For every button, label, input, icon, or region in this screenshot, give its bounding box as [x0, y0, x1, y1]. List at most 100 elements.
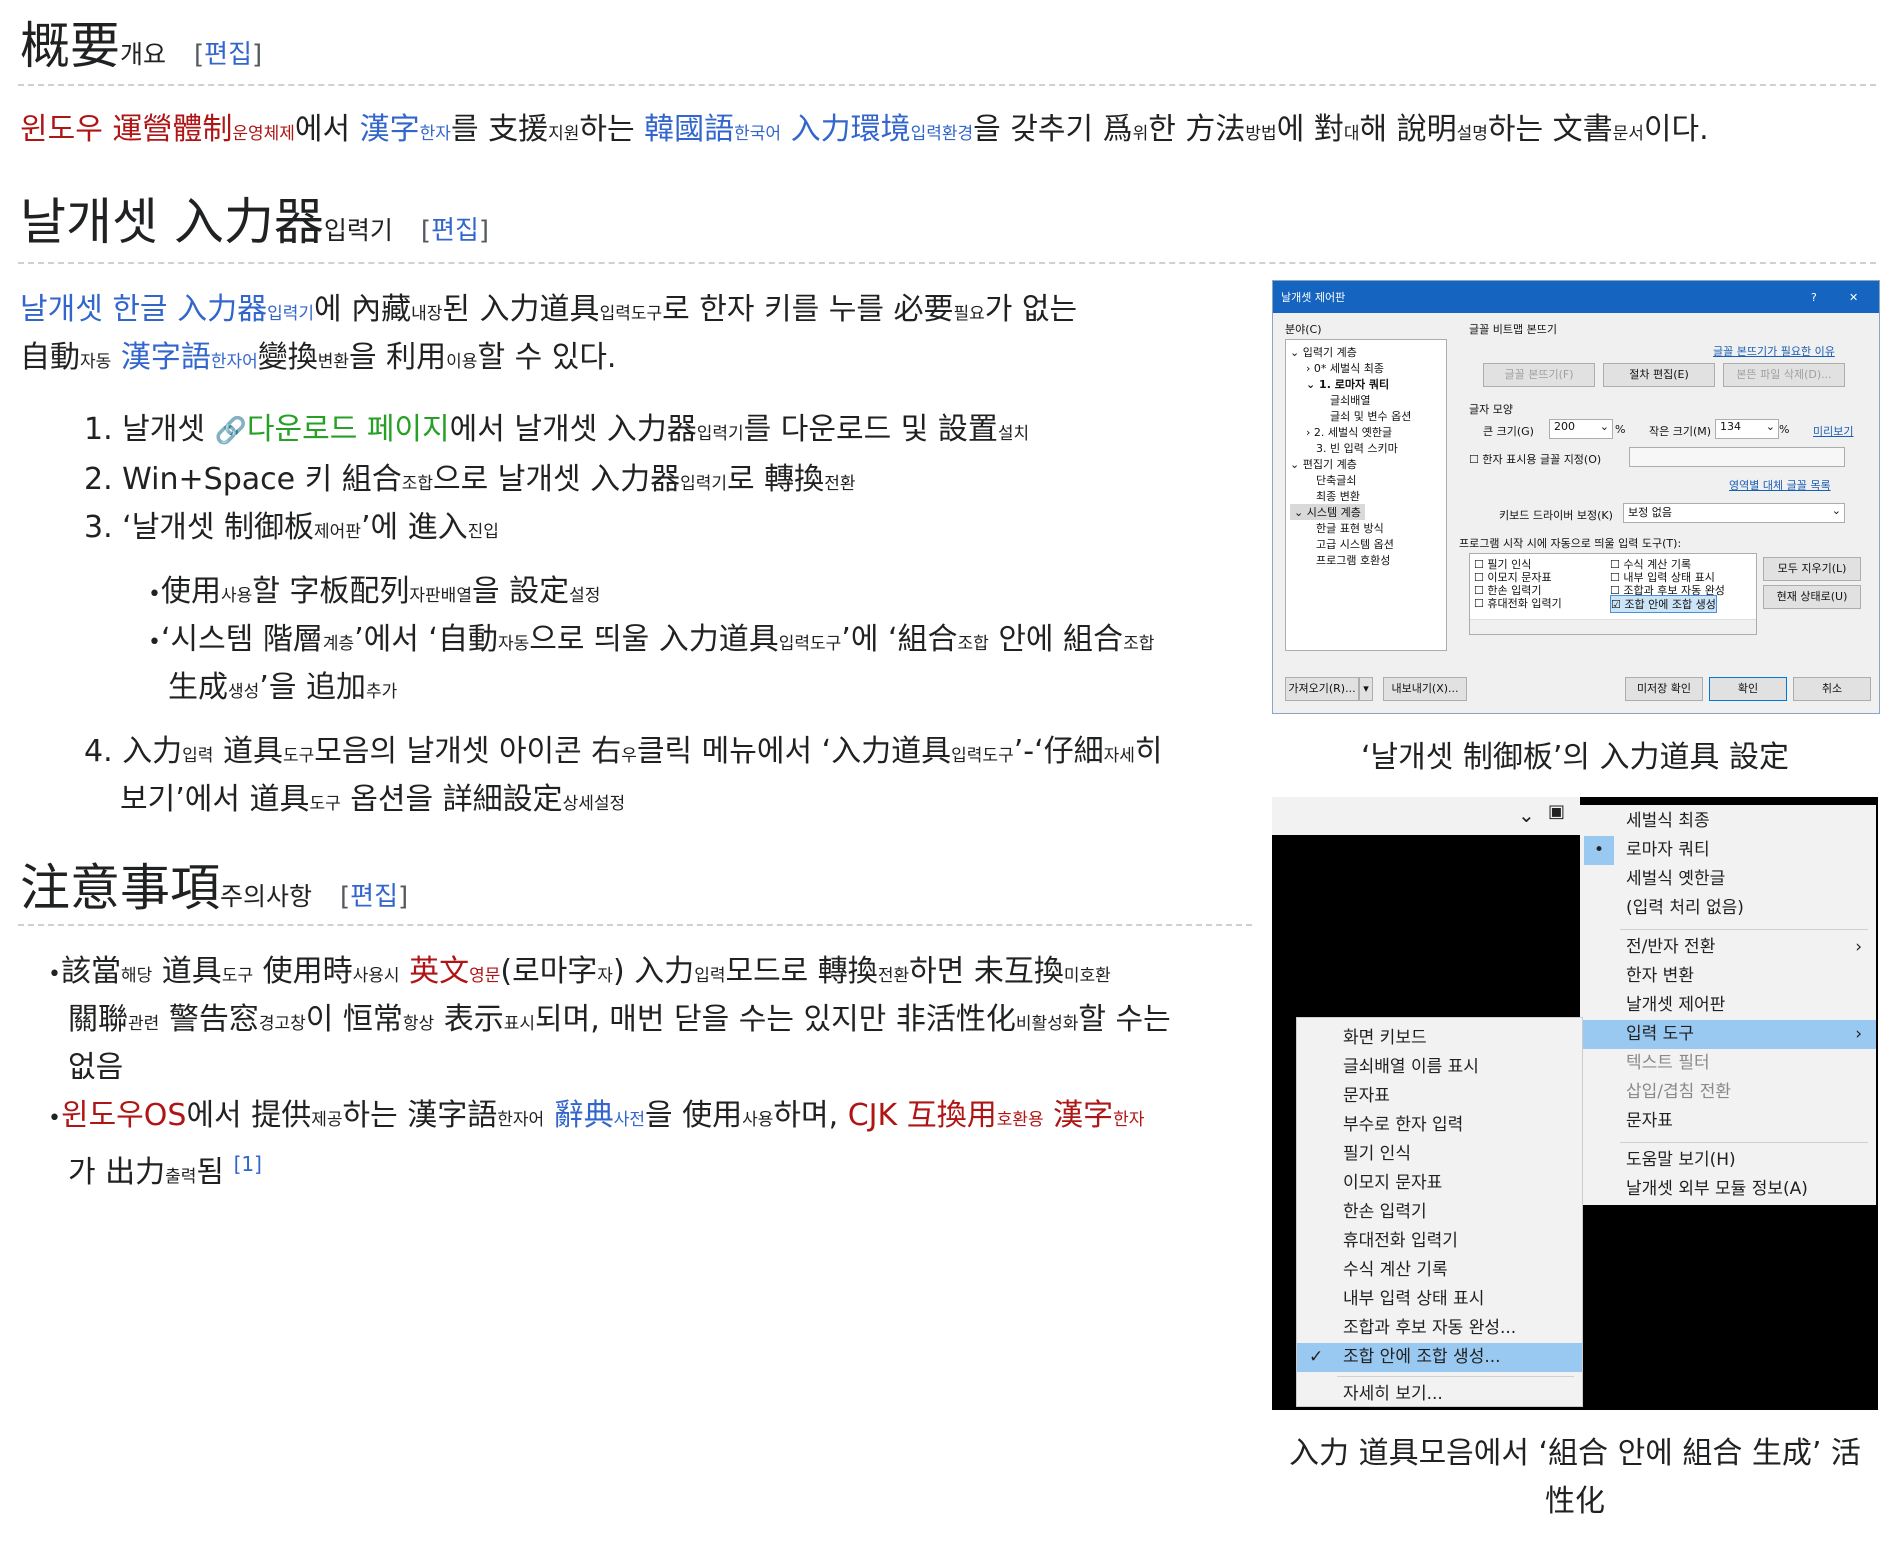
- menu-item[interactable]: 한자 변환: [1580, 962, 1876, 991]
- link-hanja-word[interactable]: 漢字語한자어: [121, 340, 258, 375]
- edit-link-overview[interactable]: [편집]: [194, 40, 262, 70]
- caution-1-line-3: 없음: [68, 1050, 124, 1085]
- figure-caption-2: 入力 道具모음에서 ‘組合 안에 組合 生成’ 活 性化: [1289, 1436, 1861, 1519]
- caution-2-line-2: 가 出力출력됨 [1]: [68, 1152, 262, 1190]
- edit-link-cautions[interactable]: [편집]: [340, 882, 408, 912]
- menu-item[interactable]: (입력 처리 없음): [1580, 894, 1876, 923]
- hanja-font-checkbox[interactable]: ☐ 한자 표시용 글꼴 지정(O): [1469, 451, 1601, 467]
- tree-item-selected[interactable]: ⌄ 시스템 계층: [1290, 504, 1365, 520]
- menu-item[interactable]: 날개셋 외부 모듈 정보(A): [1580, 1175, 1876, 1204]
- close-icon[interactable]: ✕: [1849, 291, 1858, 304]
- tool-checkbox[interactable]: ☐ 휴대전화 입력기: [1474, 595, 1562, 611]
- reference-link[interactable]: [1]: [234, 1152, 262, 1176]
- tool-checkbox-checked[interactable]: ☑ 조합 안에 조합 생성: [1610, 595, 1717, 613]
- preview-link[interactable]: 미리보기: [1813, 423, 1853, 439]
- menu-item[interactable]: 도움말 보기(H): [1580, 1146, 1876, 1175]
- menu-item-disabled[interactable]: 텍스트 필터: [1580, 1049, 1876, 1078]
- submenu-item[interactable]: 문자표: [1297, 1082, 1582, 1111]
- tree-item[interactable]: ⌄ 편집기 계층: [1290, 456, 1357, 472]
- menu-item-selected[interactable]: • 로마자 쿼티: [1580, 836, 1876, 865]
- menu-item[interactable]: 세벌식 옛한글: [1580, 865, 1876, 894]
- submenu-item[interactable]: 조합과 후보 자동 완성...: [1297, 1314, 1582, 1343]
- link-cjk-compat[interactable]: CJK 互換用호환용: [848, 1098, 1044, 1133]
- tree-item[interactable]: 글쇠배열: [1330, 392, 1370, 408]
- tree-item[interactable]: › 0* 세벌식 최종: [1306, 360, 1384, 376]
- submenu-item-checked[interactable]: ✓ 조합 안에 조합 생성...: [1297, 1343, 1582, 1372]
- delete-bitmap-button[interactable]: 본뜬 파일 삭제(D)...: [1723, 363, 1845, 387]
- bitmap-reason-link[interactable]: 글꼴 본뜨기가 필요한 이유: [1713, 343, 1835, 359]
- per-region-font-link[interactable]: 영역별 대체 글꼴 목록: [1729, 477, 1831, 493]
- clear-all-button[interactable]: 모두 지우기(L): [1763, 557, 1861, 581]
- submenu-item[interactable]: 자세히 보기...: [1297, 1380, 1582, 1409]
- export-button[interactable]: 내보내기(X)...: [1383, 677, 1467, 701]
- tray-app-icon[interactable]: ▣: [1548, 801, 1565, 822]
- step-2: 2. Win+Space 키 組合조합으로 날개셋 入力器입력기로 轉換전환: [84, 462, 856, 497]
- input-tools-submenu: 화면 키보드 글쇠배열 이름 표시 문자표 부수로 한자 입력 필기 인식 이모…: [1296, 1017, 1583, 1407]
- import-button[interactable]: 가져오기(R)...: [1285, 677, 1359, 701]
- link-windows-os-2[interactable]: 윈도우OS: [61, 1098, 186, 1133]
- submenu-item[interactable]: 수식 계산 기록: [1297, 1256, 1582, 1285]
- section-divider: [18, 84, 1876, 86]
- step-3: 3. ‘날개셋 制御板제어판’에 進入진입: [84, 510, 499, 545]
- link-nalgaeset-hangul[interactable]: 날개셋 한글 入力器입력기: [20, 292, 314, 327]
- link-korean-language[interactable]: 韓國語한국어: [644, 112, 781, 147]
- menu-item-disabled[interactable]: 삽입/겹침 전환: [1580, 1078, 1876, 1107]
- link-input-environment[interactable]: 入力環境입력환경: [791, 112, 974, 147]
- submenu-item[interactable]: 한손 입력기: [1297, 1198, 1582, 1227]
- menu-item[interactable]: 문자표: [1580, 1107, 1876, 1136]
- submenu-item[interactable]: 화면 키보드: [1297, 1024, 1582, 1053]
- tree-item[interactable]: 한글 표현 방식: [1316, 520, 1384, 536]
- submenu-item[interactable]: 필기 인식: [1297, 1140, 1582, 1169]
- menu-item[interactable]: 전/반자 전환 ›: [1580, 933, 1876, 962]
- figure-caption-1: ‘날개셋 制御板’의 入力道具 設定: [1360, 740, 1790, 775]
- link-download-page[interactable]: 🔗다운로드 페이지: [215, 412, 450, 447]
- menu-item[interactable]: 세벌식 최종: [1580, 807, 1876, 836]
- tree-item[interactable]: 프로그램 호환성: [1316, 552, 1390, 568]
- help-button[interactable]: ?: [1811, 291, 1817, 304]
- bitmap-button[interactable]: 글꼴 본뜨기(F): [1483, 363, 1595, 387]
- procedure-edit-button[interactable]: 절차 편집(E): [1603, 363, 1715, 387]
- chevron-down-icon[interactable]: ⌄: [1518, 803, 1535, 827]
- current-state-button[interactable]: 현재 상태로(U): [1763, 585, 1861, 609]
- heading-cautions: 注意事項주의사항 [편집]: [20, 859, 409, 917]
- caution-1-line-2: 關聯관련 警告窓경고창이 恒常항상 表示표시되며, 매번 닫을 수는 있지만 非…: [68, 1002, 1171, 1037]
- step-3-sub-1: •使用사용할 字板配列자판배열을 設定설정: [148, 574, 601, 609]
- taskbar-area: ⌄ ▣: [1272, 797, 1580, 835]
- tree-item[interactable]: ⌄ 1. 로마자 쿼티: [1306, 376, 1389, 392]
- tree-item[interactable]: 3. 빈 입력 스키마: [1316, 440, 1398, 456]
- import-dropdown-icon[interactable]: ▾: [1359, 677, 1373, 701]
- tree-item[interactable]: 글쇠 및 변수 옵션: [1330, 408, 1411, 424]
- checkmark-icon: ✓: [1309, 1347, 1324, 1367]
- link-windows-os[interactable]: 윈도우 運營體制운영체제: [20, 112, 295, 147]
- submenu-item[interactable]: 휴대전화 입력기: [1297, 1227, 1582, 1256]
- menu-item-input-tools[interactable]: 입력 도구 ›: [1580, 1020, 1876, 1049]
- small-size-select[interactable]: 134 ⌄: [1715, 419, 1779, 439]
- tree-item[interactable]: 고급 시스템 옵션: [1316, 536, 1394, 552]
- edit-link-nalgaeset[interactable]: [편집]: [421, 216, 489, 246]
- horizontal-scrollbar[interactable]: [1470, 619, 1756, 634]
- category-tree[interactable]: ⌄ 입력기 계층 › 0* 세벌식 최종 ⌄ 1. 로마자 쿼티 글쇠배열 글쇠…: [1285, 339, 1447, 651]
- hanja-font-select[interactable]: [1629, 447, 1845, 467]
- chevron-right-icon: ›: [1855, 1024, 1862, 1044]
- keyboard-driver-select[interactable]: 보정 없음 ⌄: [1623, 503, 1845, 523]
- link-dictionary[interactable]: 辭典사전: [554, 1098, 645, 1133]
- tree-item[interactable]: › 2. 세벌식 옛한글: [1306, 424, 1392, 440]
- menu-item[interactable]: 날개셋 제어판: [1580, 991, 1876, 1020]
- submenu-item[interactable]: 부수로 한자 입력: [1297, 1111, 1582, 1140]
- large-size-select[interactable]: 200 ⌄: [1549, 419, 1613, 439]
- dialog-titlebar: 날개셋 제어판 ? ✕: [1273, 281, 1879, 313]
- tree-item[interactable]: 최종 변환: [1316, 488, 1360, 504]
- auto-tools-list[interactable]: ☐ 필기 인식 ☐ 이모지 문자표 ☐ 한손 입력기 ☐ 휴대전화 입력기 ☐ …: [1469, 553, 1757, 635]
- step-3-sub-2-cont: 生成생성’을 追加추가: [168, 670, 398, 705]
- submenu-item[interactable]: 글쇠배열 이름 표시: [1297, 1053, 1582, 1082]
- link-english[interactable]: 英文영문: [409, 954, 500, 989]
- unsaved-check-button[interactable]: 미저장 확인: [1625, 677, 1703, 701]
- tree-item[interactable]: 단축글쇠: [1316, 472, 1356, 488]
- cancel-button[interactable]: 취소: [1793, 677, 1871, 701]
- submenu-item[interactable]: 이모지 문자표: [1297, 1169, 1582, 1198]
- ok-button[interactable]: 확인: [1709, 677, 1787, 701]
- tree-item[interactable]: ⌄ 입력기 계층: [1290, 344, 1357, 360]
- link-hanja[interactable]: 漢字한자: [360, 112, 451, 147]
- submenu-item[interactable]: 내부 입력 상태 표시: [1297, 1285, 1582, 1314]
- link-hanja-2[interactable]: 漢字한자: [1053, 1098, 1144, 1133]
